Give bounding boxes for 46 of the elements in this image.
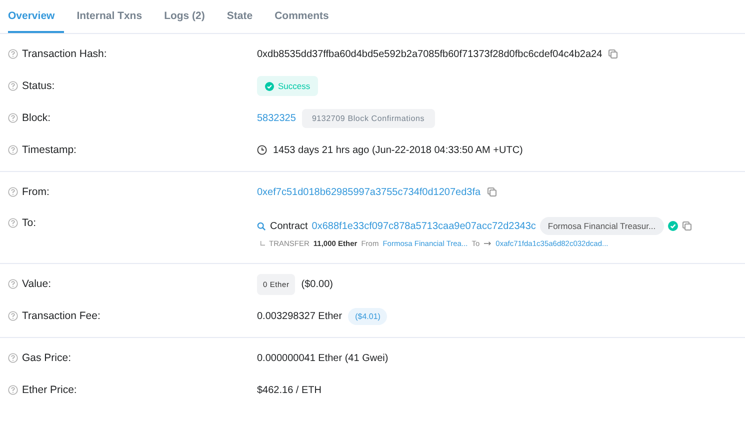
help-icon [8,218,18,228]
name-tag: Formosa Financial Treasur... [540,217,664,235]
field-label: Block: [22,112,51,124]
help-icon [8,385,18,395]
field-label: Gas Price: [22,352,72,364]
help-icon [8,279,18,289]
usd-fee-badge: ($4.01) [348,308,388,324]
tab[interactable]: State [218,0,262,33]
help-icon [8,145,18,155]
tab[interactable]: Overview [8,0,64,33]
field-label: From: [22,186,50,198]
tab[interactable]: Comments [266,0,338,33]
help-icon [8,81,18,91]
field-label: Transaction Hash: [22,48,107,60]
usd-value: ($0.00) [301,278,333,290]
field-label: Transaction Fee: [22,310,100,322]
field-label: Timestamp: [22,144,76,156]
field-value: $462.16 / ETH [257,384,322,396]
arrow-icon [484,241,492,246]
status-badge: Success [257,76,318,96]
address-link[interactable]: 0xef7c51d018b62985997a3755c734f0d1207ed3fa [257,186,481,198]
field-label: Ether Price: [22,384,77,396]
help-icon [8,353,18,363]
contract-link[interactable]: 0x688f1e33cf097c878a5713caa9e07acc72d2343c [312,220,536,232]
block-link[interactable]: 5832325 [257,112,296,124]
copy-icon[interactable] [486,187,497,197]
field-label: Value: [22,278,51,290]
fee-value: 0.003298327 Ether [257,310,342,322]
confirmations-badge: 9132709 Block Confirmations [302,108,435,128]
tab[interactable]: Internal Txns [68,0,152,33]
help-icon [8,49,18,59]
tab[interactable]: Logs (2) [155,0,214,33]
magnifier-icon [257,222,266,230]
help-icon [8,187,18,197]
timestamp: 1453 days 21 hrs ago (Jun-22-2018 04:33:50 AM +UTC) [273,144,523,156]
transaction-hash: 0xdb8535dd37ffba60d4bd5e592b2a7085fb60f71373f28d0fbc6cdef04c4b2a24 [257,48,602,60]
copy-icon[interactable] [608,49,618,59]
field-label: To: [22,217,36,229]
branch-icon [260,241,265,246]
contract-label: Contract [270,220,308,232]
field-value: 0.000000041 Ether (41 Gwei) [257,352,388,364]
field-label: Status: [22,80,55,92]
help-icon [8,113,18,123]
help-icon [8,311,18,321]
clock-icon [257,145,267,155]
copy-icon[interactable] [682,221,692,231]
